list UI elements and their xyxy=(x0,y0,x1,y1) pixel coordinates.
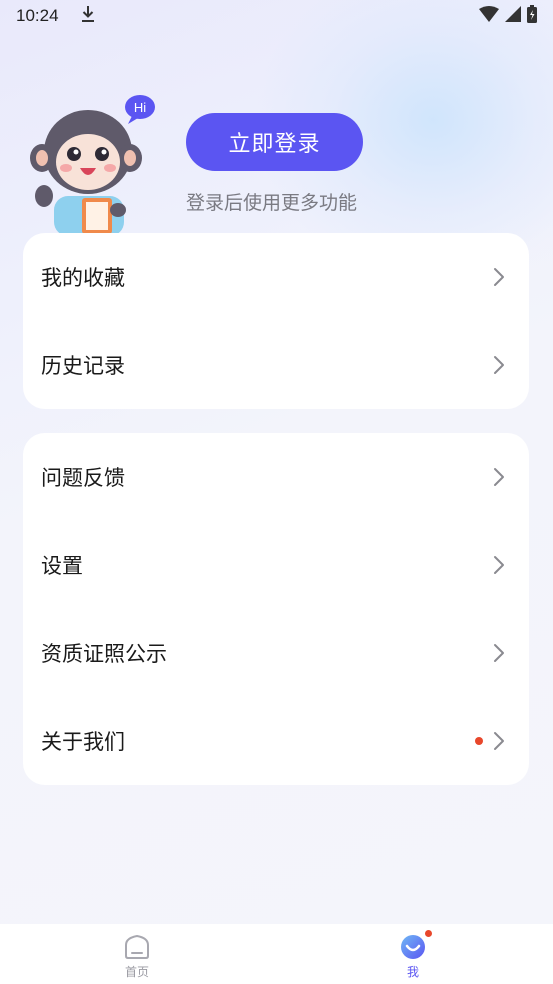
download-icon xyxy=(81,5,95,28)
menu-card-primary: 我的收藏 历史记录 xyxy=(23,233,529,409)
chevron-right-icon xyxy=(494,468,504,486)
menu-item-label: 资质证照公示 xyxy=(41,643,167,666)
menu-item-label: 我的收藏 xyxy=(41,267,125,290)
home-icon xyxy=(125,934,149,959)
status-icons xyxy=(479,4,537,28)
wifi-icon xyxy=(479,5,499,27)
login-button[interactable]: 立即登录 xyxy=(186,113,363,171)
nav-label-home: 首页 xyxy=(124,965,149,979)
mascot-bubble-text: Hi xyxy=(134,100,146,115)
bottom-nav: 首页 我 xyxy=(0,924,553,984)
profile-page: 10:24 Hi 立即登录 登录后使用更多功能 我的收藏 历史记录 问题反馈 设… xyxy=(0,0,553,984)
menu-item-about[interactable]: 关于我们 xyxy=(23,697,529,785)
menu-item-label: 历史记录 xyxy=(41,355,125,378)
menu-item-favorites[interactable]: 我的收藏 xyxy=(23,233,529,321)
menu-item-qualifications[interactable]: 资质证照公示 xyxy=(23,609,529,697)
menu-item-feedback[interactable]: 问题反馈 xyxy=(23,433,529,521)
battery-icon xyxy=(527,4,537,28)
menu-item-label: 关于我们 xyxy=(41,731,125,754)
nav-label-me: 我 xyxy=(406,965,419,979)
status-bar: 10:24 xyxy=(0,0,553,32)
chevron-right-icon xyxy=(494,356,504,374)
menu-item-label: 设置 xyxy=(41,555,83,578)
nav-tab-me[interactable]: 我 xyxy=(373,924,453,984)
menu-item-history[interactable]: 历史记录 xyxy=(23,321,529,409)
chevron-right-icon xyxy=(494,556,504,574)
nav-tab-home[interactable]: 首页 xyxy=(97,924,177,984)
chevron-right-icon xyxy=(494,732,504,750)
chevron-right-icon xyxy=(494,268,504,286)
menu-card-secondary: 问题反馈 设置 资质证照公示 关于我们 xyxy=(23,433,529,785)
mascot-illustration: Hi xyxy=(24,94,164,236)
chevron-right-icon xyxy=(494,644,504,662)
menu-item-settings[interactable]: 设置 xyxy=(23,521,529,609)
notification-dot xyxy=(475,737,483,745)
me-smile-icon xyxy=(401,935,425,959)
login-hint: 登录后使用更多功能 xyxy=(186,193,358,214)
signal-icon xyxy=(505,5,521,27)
menu-item-label: 问题反馈 xyxy=(41,467,125,490)
nav-badge-dot xyxy=(425,930,432,937)
status-time: 10:24 xyxy=(16,6,59,25)
